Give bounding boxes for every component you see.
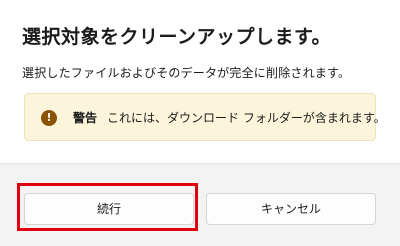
continue-button[interactable]: 続行 bbox=[24, 193, 194, 225]
cancel-button[interactable]: キャンセル bbox=[206, 193, 376, 225]
exclamation-icon: ! bbox=[41, 110, 57, 126]
dialog-message: 選択したファイルおよびそのデータが完全に削除されます。 bbox=[22, 66, 351, 80]
warning-banner: ! 警告 これには、ダウンロード フォルダーが含まれます。 bbox=[24, 93, 386, 141]
dialog-title: 選択対象をクリーンアップします。 bbox=[22, 26, 332, 48]
cleanup-dialog: 選択対象をクリーンアップします。 選択したファイルおよびそのデータが完全に削除さ… bbox=[0, 0, 400, 246]
warning-text: これには、ダウンロード フォルダーが含まれます。 bbox=[107, 111, 386, 125]
warning-title: 警告 bbox=[73, 111, 98, 125]
